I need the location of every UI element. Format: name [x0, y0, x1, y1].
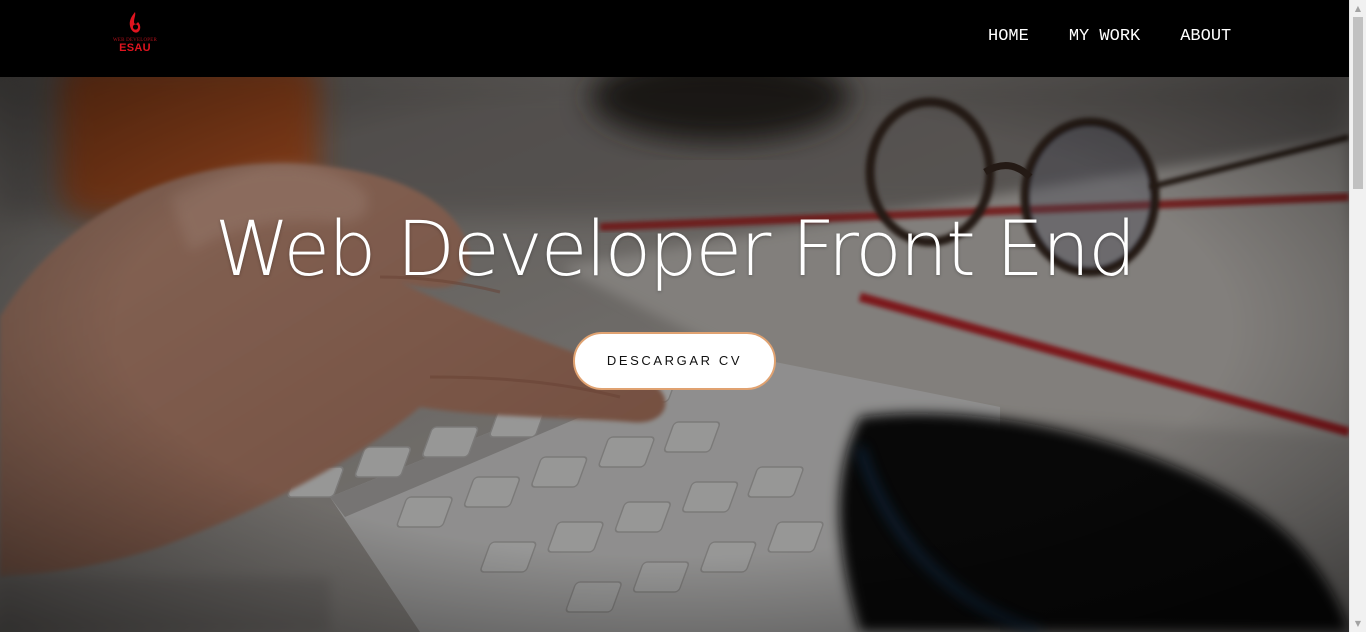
- vertical-scrollbar[interactable]: ▲ ▼: [1349, 0, 1366, 632]
- brand-logo[interactable]: WEB DEVELOPER ESAU: [108, 10, 162, 58]
- flame-icon: [129, 12, 141, 33]
- top-navbar: WEB DEVELOPER ESAU HOME MY WORK ABOUT: [0, 0, 1349, 77]
- hero-section: Web Developer Front End DESCARGAR CV: [0, 77, 1349, 632]
- brand-name: ESAU: [119, 42, 151, 54]
- main-nav: HOME MY WORK ABOUT: [988, 27, 1231, 46]
- scroll-thumb[interactable]: [1353, 17, 1363, 189]
- nav-about-link[interactable]: ABOUT: [1180, 27, 1231, 46]
- download-cv-button[interactable]: DESCARGAR CV: [573, 332, 776, 390]
- page: WEB DEVELOPER ESAU HOME MY WORK ABOUT We…: [0, 0, 1366, 632]
- hero-title: Web Developer Front End: [214, 204, 1137, 293]
- nav-my-work-link[interactable]: MY WORK: [1069, 27, 1140, 46]
- scroll-down-arrow-icon[interactable]: ▼: [1350, 615, 1366, 632]
- scroll-up-arrow-icon[interactable]: ▲: [1350, 0, 1366, 17]
- nav-home-link[interactable]: HOME: [988, 27, 1029, 46]
